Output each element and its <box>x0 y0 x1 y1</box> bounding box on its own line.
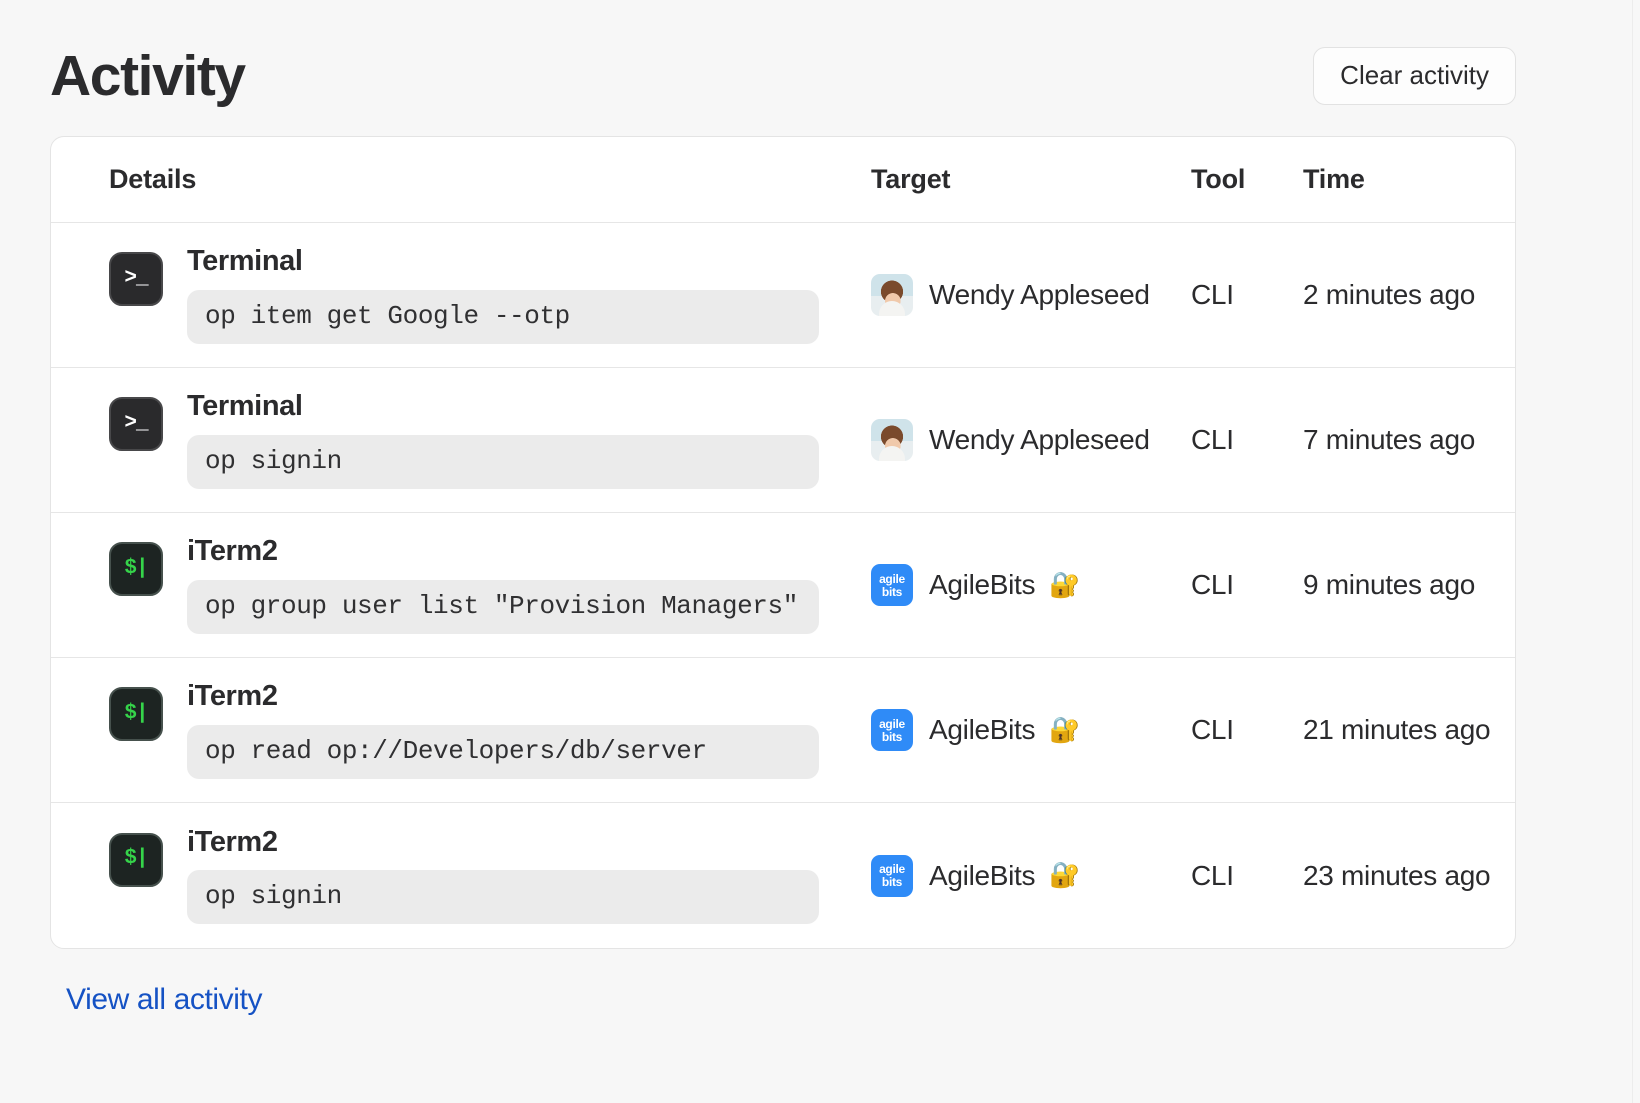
lock-icon: 🔐 <box>1049 715 1081 744</box>
time-value: 9 minutes ago <box>1303 569 1475 600</box>
column-header-details: Details <box>109 164 197 194</box>
column-header-tool: Tool <box>1191 164 1246 194</box>
command-text: op read op://Developers/db/server <box>187 724 819 779</box>
table-row[interactable]: >_ Terminal op item get Google --otp Wen… <box>51 223 1515 368</box>
page-title: Activity <box>50 43 246 108</box>
table-row[interactable]: $| iTerm2 op group user list "Provision … <box>51 513 1515 658</box>
iterm2-icon: $| <box>109 832 163 887</box>
tool-value: CLI <box>1191 714 1234 745</box>
time-value: 23 minutes ago <box>1303 859 1491 891</box>
app-name: iTerm2 <box>187 825 278 858</box>
table-header-row: Details Target Tool Time <box>51 137 1515 223</box>
page-header: Activity Clear activity <box>0 0 1640 118</box>
agilebits-logo-icon: agile bits <box>871 709 913 751</box>
app-name: iTerm2 <box>187 680 278 713</box>
table-row[interactable]: $| iTerm2 op read op://Developers/db/ser… <box>51 658 1515 803</box>
target-cell: agile bits AgileBits 🔐 <box>871 854 1191 897</box>
terminal-icon: >_ <box>109 397 163 452</box>
details-cell: $| iTerm2 op group user list "Provision … <box>51 516 871 654</box>
view-all-activity-link[interactable]: View all activity <box>66 983 262 1017</box>
tool-value: CLI <box>1191 569 1234 600</box>
column-header-target: Target <box>871 164 951 194</box>
details-cell: $| iTerm2 op read op://Developers/db/ser… <box>51 661 871 799</box>
time-value: 2 minutes ago <box>1303 279 1475 310</box>
lock-icon: 🔐 <box>1049 861 1081 889</box>
time-value: 21 minutes ago <box>1303 714 1491 745</box>
target-name: Wendy Appleseed <box>929 424 1150 455</box>
target-name: AgileBits <box>929 714 1036 745</box>
activity-table: Details Target Tool Time >_ Terminal op … <box>51 137 1515 948</box>
target-cell: Wendy Appleseed <box>871 419 1191 461</box>
avatar <box>871 419 913 461</box>
details-cell: >_ Terminal op signin <box>51 371 871 509</box>
details-cell: >_ Terminal op item get Google --otp <box>51 226 871 364</box>
avatar <box>871 274 913 316</box>
time-value: 7 minutes ago <box>1303 424 1475 455</box>
target-cell: Wendy Appleseed <box>871 274 1191 316</box>
target-cell: agile bits AgileBits 🔐 <box>871 709 1191 751</box>
clear-activity-button[interactable]: Clear activity <box>1313 47 1516 105</box>
target-name: AgileBits <box>929 569 1036 600</box>
app-name: Terminal <box>187 390 303 423</box>
lock-icon: 🔐 <box>1049 570 1081 599</box>
terminal-icon: >_ <box>109 252 163 307</box>
table-row[interactable]: >_ Terminal op signin Wendy Appleseed CL… <box>51 368 1515 513</box>
target-name: AgileBits <box>929 859 1036 891</box>
tool-value: CLI <box>1191 424 1234 455</box>
command-text: op item get Google --otp <box>187 289 819 344</box>
target-cell: agile bits AgileBits 🔐 <box>871 564 1191 606</box>
activity-page: Activity Clear activity Details Target T… <box>0 0 1640 1103</box>
app-name: Terminal <box>187 245 303 278</box>
iterm2-icon: $| <box>109 542 163 597</box>
command-text: op signin <box>187 434 819 489</box>
app-name: iTerm2 <box>187 535 278 568</box>
tool-value: CLI <box>1191 279 1234 310</box>
command-text: op signin <box>187 870 819 925</box>
right-edge-divider <box>1632 0 1640 1103</box>
agilebits-logo-icon: agile bits <box>871 854 913 897</box>
table-row[interactable]: $| iTerm2 op signin agile bits AgileBits… <box>51 803 1515 948</box>
target-name: Wendy Appleseed <box>929 279 1150 310</box>
activity-card: Details Target Tool Time >_ Terminal op … <box>50 136 1516 949</box>
command-text: op group user list "Provision Managers" <box>187 579 819 634</box>
tool-value: CLI <box>1191 859 1234 891</box>
column-header-time: Time <box>1303 164 1365 194</box>
agilebits-logo-icon: agile bits <box>871 564 913 606</box>
iterm2-icon: $| <box>109 687 163 742</box>
details-cell: $| iTerm2 op signin <box>51 807 871 945</box>
